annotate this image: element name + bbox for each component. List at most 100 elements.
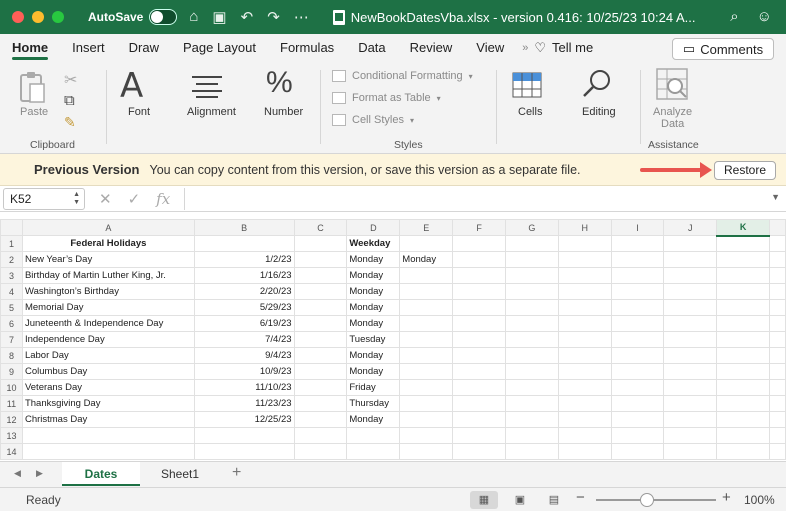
cell-a[interactable]: Federal Holidays: [21, 235, 195, 252]
tab-data[interactable]: Data: [346, 34, 397, 62]
cell-c[interactable]: [293, 443, 348, 460]
cells-icon[interactable]: [512, 72, 542, 101]
cell-c[interactable]: [293, 267, 348, 284]
normal-view-icon[interactable]: ▦: [470, 491, 498, 509]
cell-e[interactable]: [399, 299, 454, 316]
cell-h[interactable]: [557, 411, 612, 428]
cell-d[interactable]: Friday: [346, 379, 401, 396]
cell-g[interactable]: [505, 347, 559, 364]
cell-e[interactable]: [399, 267, 454, 284]
cell-c[interactable]: [293, 379, 348, 396]
cell-b[interactable]: 11/10/23: [193, 379, 295, 396]
column-header-d[interactable]: D: [346, 219, 401, 236]
cell-g[interactable]: [505, 363, 559, 380]
cell-i[interactable]: [610, 379, 665, 396]
conditional-formatting-button[interactable]: Conditional Formatting ▾: [332, 70, 473, 82]
row-header[interactable]: 2: [0, 251, 23, 268]
cell-h[interactable]: [557, 347, 612, 364]
cell-i[interactable]: [610, 395, 665, 412]
cell-c[interactable]: [293, 395, 348, 412]
cell-j[interactable]: [663, 379, 718, 396]
tab-insert[interactable]: Insert: [60, 34, 117, 62]
cell-g[interactable]: [505, 315, 559, 332]
alignment-icon[interactable]: [192, 74, 222, 101]
cell-e[interactable]: [399, 395, 454, 412]
cell-g[interactable]: [505, 331, 559, 348]
cell-d[interactable]: Tuesday: [346, 331, 401, 348]
cell-k[interactable]: [716, 363, 770, 380]
cell-d[interactable]: Monday: [346, 251, 401, 268]
row-header[interactable]: 7: [0, 331, 23, 348]
smiley-icon[interactable]: ☺: [757, 8, 772, 25]
cell-b[interactable]: 7/4/23: [193, 331, 295, 348]
row-header[interactable]: 5: [0, 299, 23, 316]
formula-input[interactable]: [185, 188, 786, 210]
font-icon[interactable]: A: [120, 66, 143, 106]
cell-d[interactable]: Monday: [346, 411, 401, 428]
column-header-j[interactable]: J: [663, 219, 718, 236]
cell-b[interactable]: 12/25/23: [193, 411, 295, 428]
cell-a[interactable]: Independence Day: [21, 331, 195, 348]
cell-h[interactable]: [557, 235, 612, 252]
cell-e[interactable]: [399, 235, 454, 252]
cell-f[interactable]: [452, 331, 507, 348]
column-header-b[interactable]: B: [193, 219, 295, 236]
column-header-k[interactable]: K: [716, 219, 770, 237]
paste-icon[interactable]: [16, 70, 50, 104]
cell-d[interactable]: Monday: [346, 363, 401, 380]
confirm-icon[interactable]: ✓: [128, 190, 141, 208]
cell-b[interactable]: [193, 235, 295, 252]
row-header[interactable]: 6: [0, 315, 23, 332]
percent-icon[interactable]: %: [266, 66, 293, 100]
cell-h[interactable]: [557, 315, 612, 332]
zoom-in-icon[interactable]: +: [722, 489, 731, 506]
row-header[interactable]: 11: [0, 395, 23, 412]
cell-i[interactable]: [610, 267, 665, 284]
cell-j[interactable]: [663, 299, 718, 316]
cell-b[interactable]: [193, 427, 295, 444]
cell-h[interactable]: [557, 283, 612, 300]
cell-e[interactable]: [399, 283, 454, 300]
cell-i[interactable]: [610, 411, 665, 428]
comments-button[interactable]: ▭ Comments: [672, 38, 774, 60]
cell-e[interactable]: [399, 315, 454, 332]
expand-formula-icon[interactable]: ▼: [771, 192, 780, 202]
cell-d[interactable]: Monday: [346, 267, 401, 284]
cell-a[interactable]: Thanksgiving Day: [21, 395, 195, 412]
cell-j[interactable]: [663, 283, 718, 300]
cell-j[interactable]: [663, 251, 718, 268]
cell-c[interactable]: [293, 331, 348, 348]
cell-d[interactable]: Monday: [346, 299, 401, 316]
row-header[interactable]: 10: [0, 379, 23, 396]
chevron-right-icon[interactable]: »: [522, 42, 528, 54]
cell-h[interactable]: [557, 363, 612, 380]
cell-f[interactable]: [452, 411, 507, 428]
undo-icon[interactable]: ↶: [241, 8, 254, 26]
cell-a[interactable]: Washington’s Birthday: [21, 283, 195, 300]
tab-view[interactable]: View: [464, 34, 516, 62]
cell-g[interactable]: [505, 235, 559, 252]
cell-j[interactable]: [663, 443, 718, 460]
cell-h[interactable]: [557, 427, 612, 444]
cell-c[interactable]: [293, 315, 348, 332]
cell-e[interactable]: [399, 443, 454, 460]
cell-j[interactable]: [663, 395, 718, 412]
cell-b[interactable]: 1/2/23: [193, 251, 295, 268]
cell-i[interactable]: [610, 427, 665, 444]
prev-sheet-icon[interactable]: ◀: [14, 468, 21, 479]
cell-k[interactable]: [716, 283, 770, 300]
function-icon[interactable]: fx: [156, 190, 170, 208]
cell-g[interactable]: [505, 427, 559, 444]
column-header-a[interactable]: A: [21, 219, 195, 236]
zoom-out-icon[interactable]: −: [576, 489, 585, 506]
cell-k[interactable]: [716, 235, 770, 252]
cell-d[interactable]: [346, 427, 401, 444]
cell-k[interactable]: [716, 443, 770, 460]
add-sheet-icon[interactable]: +: [232, 464, 241, 482]
cell-d[interactable]: [346, 443, 401, 460]
home-icon[interactable]: ⌂: [189, 8, 198, 26]
row-header[interactable]: 8: [0, 347, 23, 364]
column-header-e[interactable]: E: [399, 219, 454, 236]
page-layout-view-icon[interactable]: ▣: [506, 491, 534, 509]
cell-a[interactable]: New Year’s Day: [21, 251, 195, 268]
